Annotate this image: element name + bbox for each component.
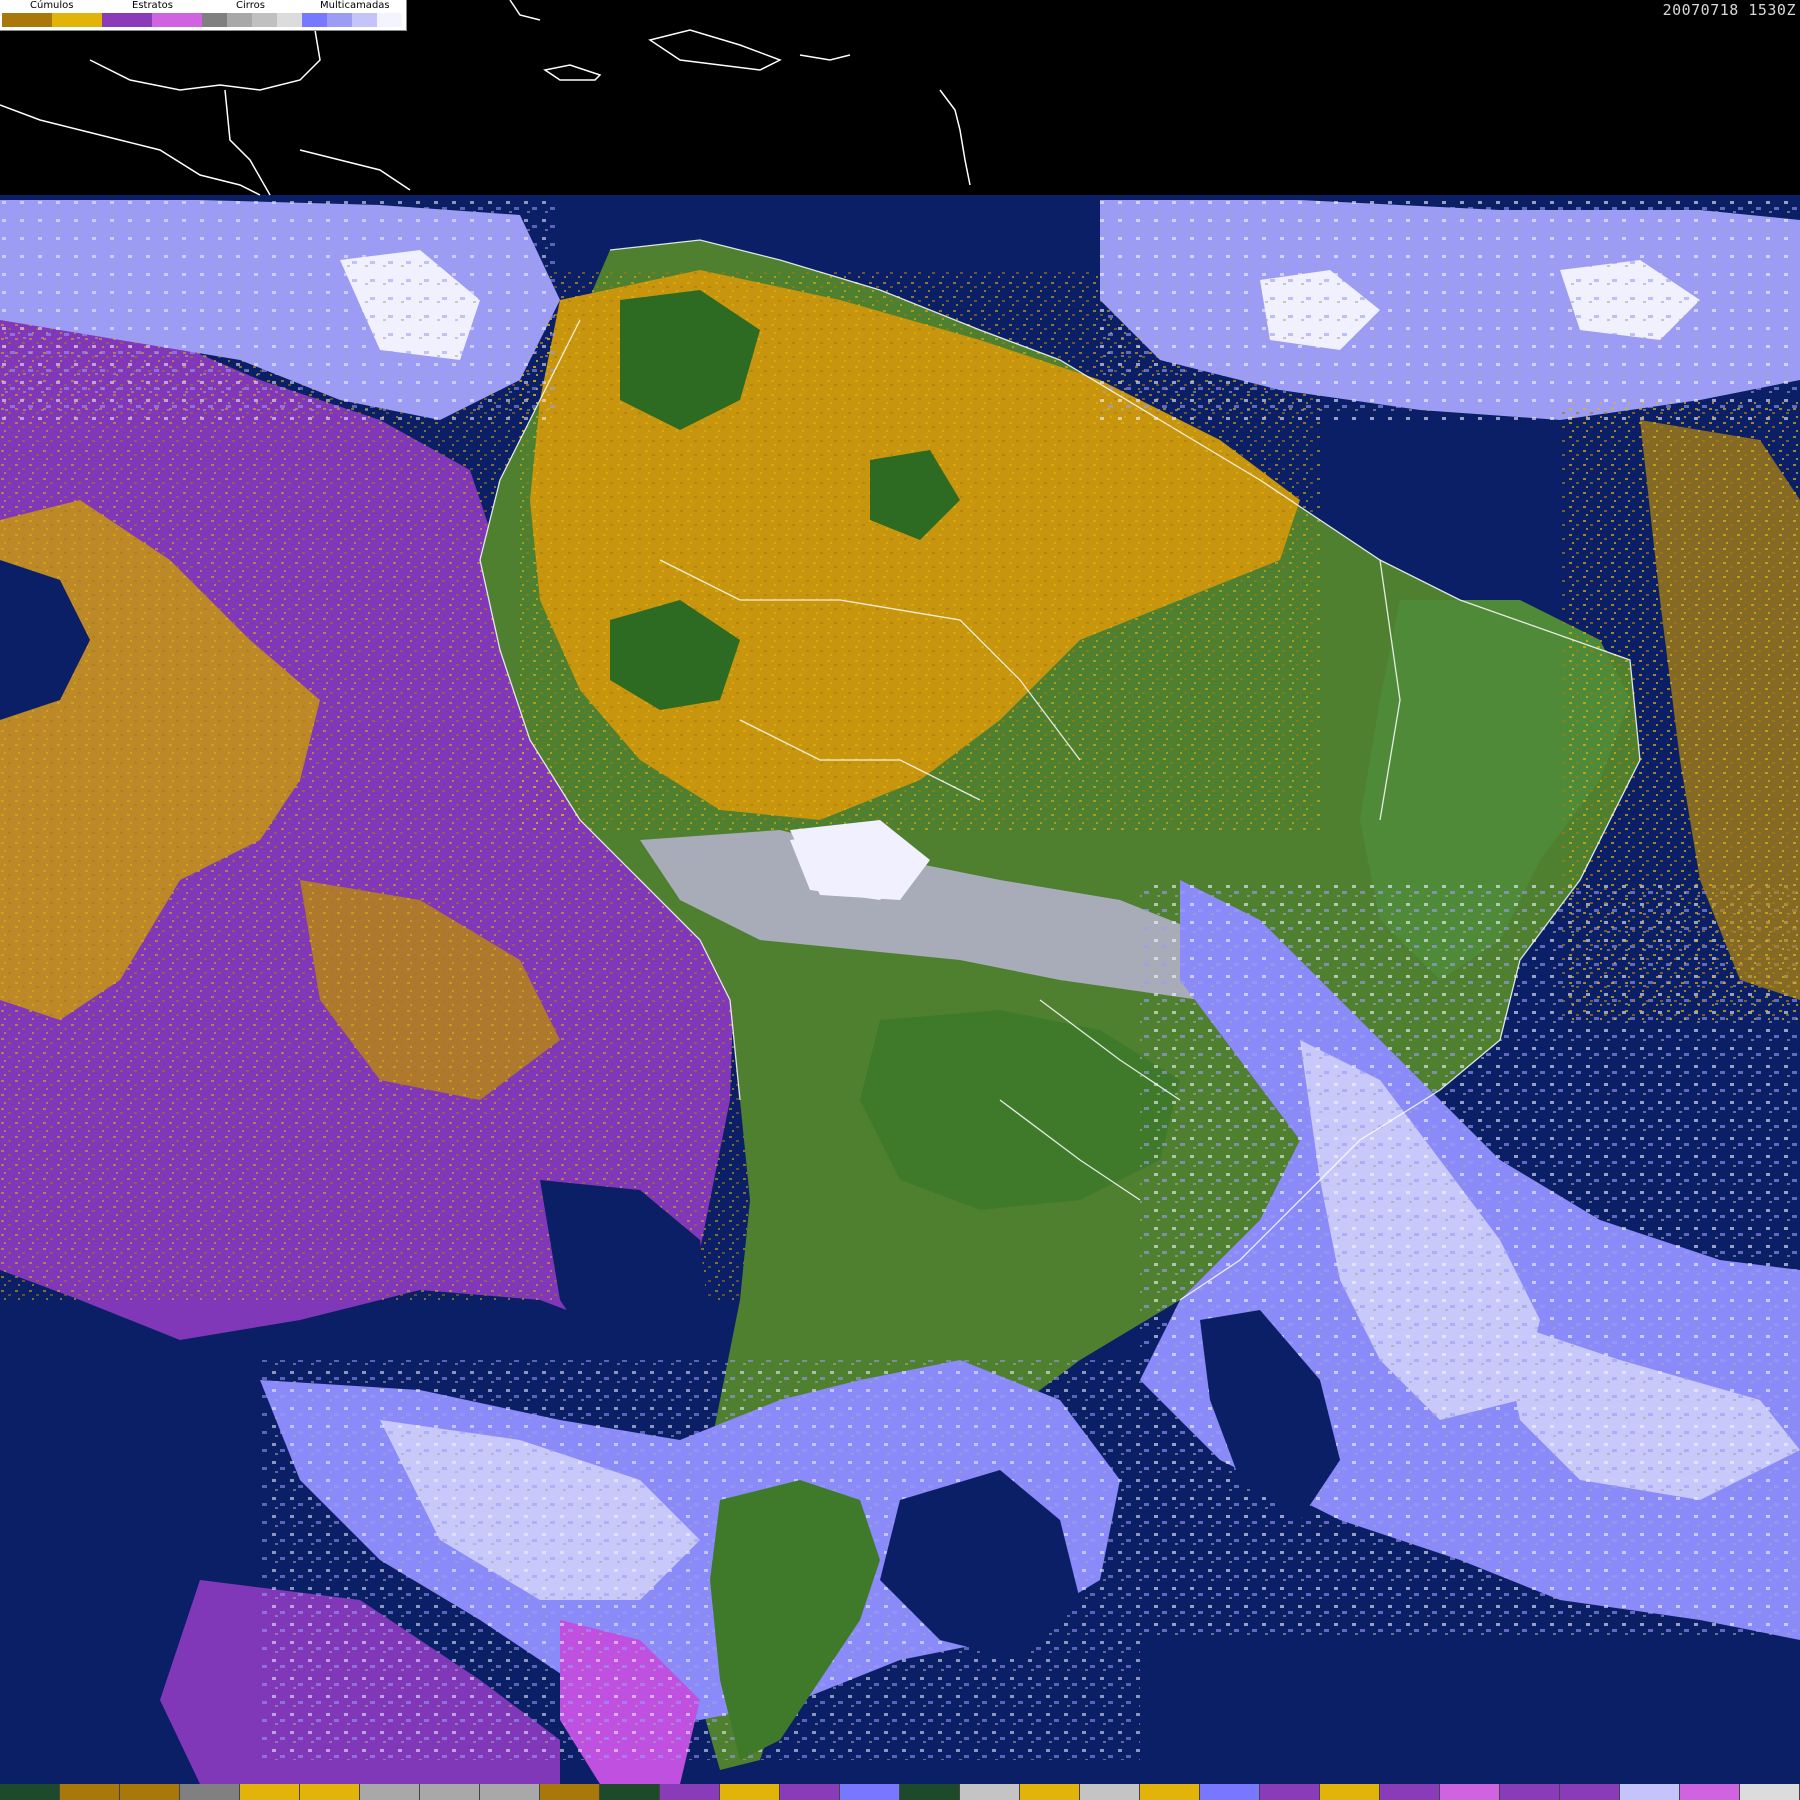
bottom-bar-segment <box>1740 1784 1800 1800</box>
bottom-bar-segment <box>1080 1784 1140 1800</box>
legend-label-multicamadas: Multicamadas <box>320 0 390 11</box>
legend-swatch <box>377 13 402 27</box>
legend-swatch <box>152 13 202 27</box>
bottom-bar-segment <box>780 1784 840 1800</box>
legend-swatch <box>2 13 52 27</box>
cloud-type-legend: Cúmulos Estratos Cirros Multicamadas <box>0 0 407 31</box>
bottom-bar-segment <box>960 1784 1020 1800</box>
legend-label-cirros: Cirros <box>236 0 265 11</box>
bottom-color-bar <box>0 1784 1800 1800</box>
legend-swatch <box>277 13 302 27</box>
bottom-bar-segment <box>600 1784 660 1800</box>
legend-swatch <box>302 13 327 27</box>
legend-swatch <box>227 13 252 27</box>
bottom-bar-segment <box>300 1784 360 1800</box>
legend-swatch <box>352 13 377 27</box>
satellite-cloud-map <box>0 0 1800 1785</box>
bottom-bar-segment <box>1200 1784 1260 1800</box>
bottom-bar-segment <box>840 1784 900 1800</box>
bottom-bar-segment <box>1500 1784 1560 1800</box>
bottom-bar-segment <box>1620 1784 1680 1800</box>
legend-swatch <box>102 13 152 27</box>
legend-swatch <box>252 13 277 27</box>
north-speckle <box>0 200 560 420</box>
bottom-bar-segment <box>1020 1784 1080 1800</box>
bottom-bar-segment <box>660 1784 720 1800</box>
bottom-bar-segment <box>360 1784 420 1800</box>
bottom-bar-segment <box>1440 1784 1500 1800</box>
bottom-bar-segment <box>540 1784 600 1800</box>
image-timestamp: 20070718 1530Z <box>1662 1 1796 19</box>
bottom-bar-segment <box>1380 1784 1440 1800</box>
bottom-bar-segment <box>180 1784 240 1800</box>
bottom-bar-segment <box>240 1784 300 1800</box>
legend-label-estratos: Estratos <box>132 0 173 11</box>
legend-swatch <box>327 13 352 27</box>
bottom-bar-segment <box>420 1784 480 1800</box>
bottom-bar-segment <box>480 1784 540 1800</box>
bottom-bar-segment <box>1320 1784 1380 1800</box>
bottom-bar-segment <box>1560 1784 1620 1800</box>
east-atlantic-speckle <box>1560 400 1800 1020</box>
bottom-bar-segment <box>1260 1784 1320 1800</box>
itcz-speckle <box>1100 200 1800 420</box>
legend-swatch <box>52 13 102 27</box>
bottom-bar-segment <box>720 1784 780 1800</box>
legend-labels: Cúmulos Estratos Cirros Multicamadas <box>0 0 406 12</box>
legend-swatches <box>2 13 402 27</box>
bottom-bar-segment <box>900 1784 960 1800</box>
bottom-bar-segment <box>120 1784 180 1800</box>
legend-label-cumulos: Cúmulos <box>30 0 74 11</box>
bottom-bar-segment <box>1680 1784 1740 1800</box>
bottom-bar-segment <box>1140 1784 1200 1800</box>
bottom-bar-segment <box>60 1784 120 1800</box>
legend-swatch <box>202 13 227 27</box>
bottom-bar-segment <box>0 1784 60 1800</box>
